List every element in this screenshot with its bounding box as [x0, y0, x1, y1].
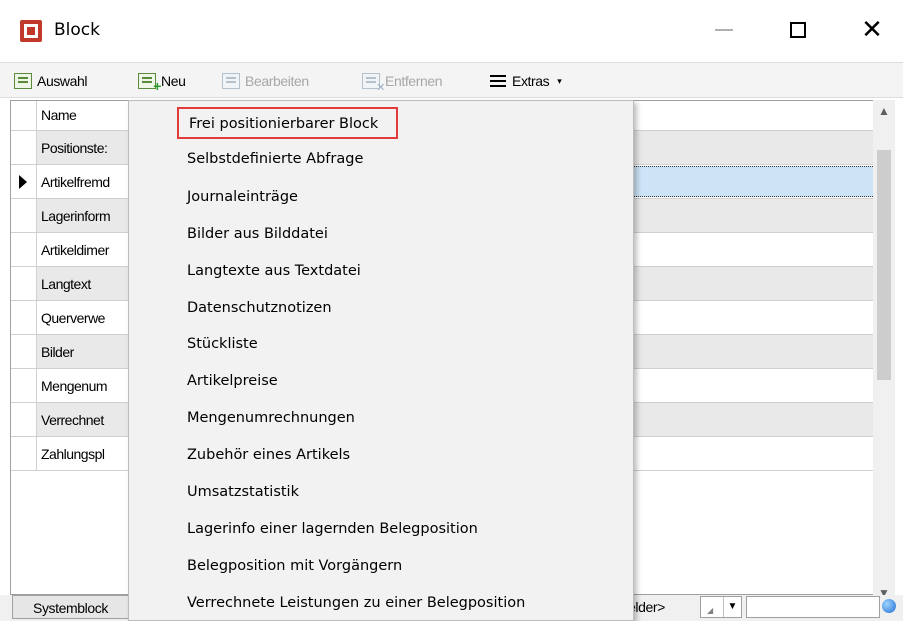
menu-item-label: Frei positionierbarer Block — [177, 107, 399, 139]
menu-item-datenschutznotizen[interactable]: Datenschutznotizen — [129, 290, 633, 326]
scroll-thumb[interactable] — [877, 150, 891, 380]
menu-item-label: Zubehör eines Artikels — [187, 447, 351, 463]
row-indicator — [11, 131, 37, 164]
menu-item-stueckliste[interactable]: Stückliste — [129, 326, 633, 362]
auswahl-label: Auswahl — [37, 73, 88, 89]
row-indicator — [11, 335, 37, 368]
neu-button[interactable]: Neu — [138, 70, 186, 94]
menu-item-label: Selbstdefinierte Abfrage — [187, 151, 364, 167]
close-button[interactable]: ✕ — [852, 12, 892, 48]
menu-icon — [490, 75, 506, 87]
menu-item-artikelpreise[interactable]: Artikelpreise — [129, 363, 633, 399]
row-indicator — [11, 301, 37, 334]
app-icon — [20, 20, 42, 42]
window-title: Block — [54, 20, 100, 40]
title-bar: Block ✕ — [0, 0, 903, 62]
minimize-button[interactable] — [704, 12, 744, 48]
row-indicator — [11, 403, 37, 436]
menu-item-zubehoer-eines-artikels[interactable]: Zubehör eines Artikels — [129, 437, 633, 473]
row-indicator — [11, 267, 37, 300]
search-input[interactable] — [746, 596, 880, 618]
toolbar: Auswahl Neu Bearbeiten Entfernen Extras … — [0, 62, 903, 98]
menu-item-label: Verrechnete Leistungen zu einer Belegpos… — [187, 595, 526, 611]
menu-item-selbstdefinierte-abfrage[interactable]: Selbstdefinierte Abfrage — [129, 141, 633, 177]
menu-item-belegposition-mit-vorgaengern[interactable]: Belegposition mit Vorgängern — [129, 548, 633, 584]
menu-item-label: Belegposition mit Vorgängern — [187, 558, 403, 574]
edit-icon — [222, 73, 240, 89]
menu-item-mengenumrechnungen[interactable]: Mengenumrechnungen — [129, 400, 633, 436]
menu-item-umsatzstatistik[interactable]: Umsatzstatistik — [129, 474, 633, 510]
menu-item-label: Lagerinfo einer lagernden Belegposition — [187, 521, 478, 537]
menu-item-label: Langtexte aus Textdatei — [187, 263, 361, 279]
maximize-button[interactable] — [778, 12, 818, 48]
column-header-name[interactable]: Name — [41, 107, 77, 123]
row-name-cell: Positionste: — [41, 140, 108, 156]
menu-item-label: Artikelpreise — [187, 373, 278, 389]
resize-grip-icon: ◢ — [707, 606, 714, 615]
new-icon — [138, 73, 161, 94]
extras-label: Extras — [512, 73, 550, 89]
bearbeiten-label: Bearbeiten — [245, 73, 309, 89]
field-combo[interactable]: ◢ ▼ — [700, 596, 742, 618]
remove-icon — [362, 73, 385, 94]
menu-item-bilder-aus-bilddatei[interactable]: Bilder aus Bilddatei — [129, 216, 633, 252]
row-indicator — [11, 233, 37, 266]
menu-item-label: Datenschutznotizen — [187, 300, 332, 316]
extras-menu-button[interactable]: Extras ▾ — [490, 70, 562, 92]
row-name-cell: Zahlungspl — [41, 446, 105, 462]
chevron-down-icon: ▾ — [557, 75, 562, 86]
menu-item-lagerinfo[interactable]: Lagerinfo einer lagernden Belegposition — [129, 511, 633, 547]
entfernen-label: Entfernen — [385, 73, 443, 89]
select-icon — [14, 73, 32, 89]
row-name-cell: Querverwe — [41, 310, 105, 326]
close-icon: ✕ — [861, 15, 883, 45]
menu-item-label: Mengenumrechnungen — [187, 410, 355, 426]
dropdown-arrow-icon[interactable]: ▼ — [723, 597, 741, 617]
neu-label: Neu — [161, 73, 186, 89]
row-indicator — [11, 369, 37, 402]
row-indicator — [11, 101, 37, 130]
row-indicator — [11, 437, 37, 470]
auswahl-button[interactable]: Auswahl — [14, 70, 88, 92]
row-name-cell: Verrechnet — [41, 412, 104, 428]
menu-item-frei-positionierbarer-block[interactable]: Frei positionierbarer Block — [129, 105, 633, 141]
row-name-cell: Artikeldimer — [41, 242, 109, 258]
row-name-cell: Bilder — [41, 344, 74, 360]
row-name-cell: Mengenum — [41, 378, 108, 394]
scroll-up-icon[interactable]: ▲ — [873, 104, 895, 124]
menu-item-label: Umsatzstatistik — [187, 484, 299, 500]
row-name-cell: Langtext — [41, 276, 91, 292]
menu-item-label: Journaleinträge — [187, 189, 298, 205]
extras-dropdown-menu: Frei positionierbarer Block Selbstdefini… — [128, 100, 634, 621]
selected-cell[interactable] — [631, 166, 877, 197]
bearbeiten-button[interactable]: Bearbeiten — [222, 70, 309, 92]
row-name-cell: Artikelfremd — [41, 174, 110, 190]
menu-item-verrechnete-leistungen[interactable]: Verrechnete Leistungen zu einer Belegpos… — [129, 585, 633, 621]
row-indicator — [11, 165, 37, 198]
menu-item-journaleintraege[interactable]: Journaleinträge — [129, 179, 633, 215]
entfernen-button[interactable]: Entfernen — [362, 70, 443, 94]
minimize-icon — [715, 29, 733, 31]
maximize-icon — [790, 22, 806, 38]
menu-item-label: Stückliste — [187, 336, 258, 352]
row-name-cell: Lagerinform — [41, 208, 111, 224]
current-row-arrow-icon — [19, 175, 27, 189]
row-indicator — [11, 199, 37, 232]
menu-item-langtexte-aus-textdatei[interactable]: Langtexte aus Textdatei — [129, 253, 633, 289]
menu-item-label: Bilder aus Bilddatei — [187, 226, 328, 242]
globe-icon[interactable] — [882, 599, 896, 613]
vertical-scrollbar[interactable]: ▲ ▼ — [873, 100, 895, 610]
